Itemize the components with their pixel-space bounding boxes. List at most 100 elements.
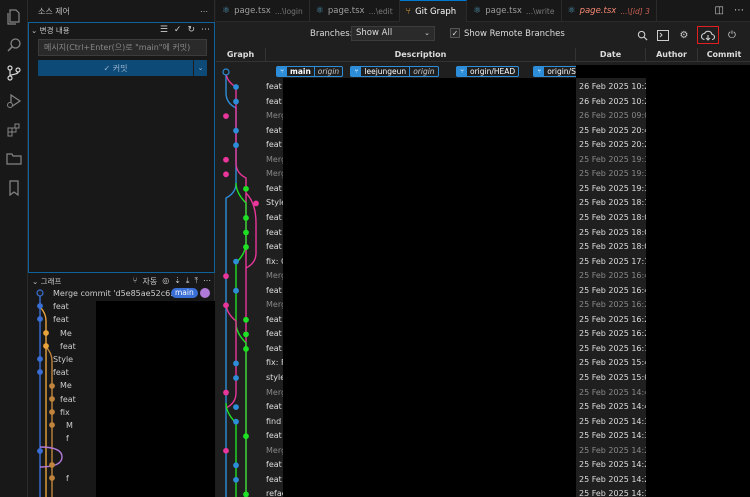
editor-tab[interactable]: ⚛ page.tsx ...\login: [216, 0, 310, 22]
more-icon[interactable]: ⋯: [734, 5, 744, 16]
source-control-icon[interactable]: [4, 63, 24, 83]
commit-dot[interactable]: [243, 331, 249, 338]
side-commit-dot[interactable]: [37, 369, 43, 375]
pull-icon[interactable]: ⤓: [186, 276, 190, 287]
refresh-icon[interactable]: ↻: [187, 25, 195, 35]
commit-dot[interactable]: [243, 244, 249, 250]
branch-ref-label[interactable]: ⑂ origin/HEAD: [456, 66, 520, 77]
column-description[interactable]: Description: [266, 48, 576, 61]
side-commit-dot[interactable]: [37, 316, 43, 322]
commit-dot[interactable]: [233, 360, 239, 367]
view-list-icon[interactable]: ☰: [160, 25, 168, 35]
side-commit-dot[interactable]: [43, 330, 49, 336]
commit-dot[interactable]: [233, 98, 239, 105]
vscode-window: 소스 제어 ⋯ ⌄ 변경 내용 ☰ ✓ ↻ ⋯ 메시지(Ctrl+Enter(으…: [0, 0, 750, 497]
commit-date: 25 Feb 2025 20:46: [579, 125, 655, 135]
commit-dot[interactable]: [233, 84, 239, 90]
commit-dot[interactable]: [233, 418, 239, 425]
commit-dot[interactable]: [243, 185, 249, 192]
commit-dot[interactable]: [233, 142, 239, 149]
branch-ref-label[interactable]: ⑂ main origin: [276, 66, 344, 77]
show-remote-checkbox[interactable]: ✓: [450, 28, 460, 38]
bookmark-icon[interactable]: [4, 178, 24, 198]
side-commit-dot[interactable]: [49, 409, 55, 415]
side-commit-dot[interactable]: [43, 343, 49, 349]
commit-message-input[interactable]: 메시지(Ctrl+Enter(으)로 "main"에 커밋): [38, 39, 207, 56]
commit-dot[interactable]: [223, 273, 229, 280]
commit-date: 25 Feb 2025 15:41: [579, 358, 655, 368]
graph-section-header[interactable]: ⌄ 그래프 ⑂ 자동 ◎ ⇣ ⤓ ⤒ ⋯: [28, 275, 215, 287]
editor-tab[interactable]: ⚛ page.tsx ...\edit: [310, 0, 400, 22]
settings-gear-icon[interactable]: ⚙: [676, 27, 692, 43]
commit-dot[interactable]: [233, 127, 239, 134]
graph-auto-label[interactable]: 자동: [142, 276, 157, 287]
panel-title: 소스 제어: [38, 6, 70, 16]
side-commit-dot-head[interactable]: [36, 289, 44, 297]
editor-tab[interactable]: ⚛ page.tsx ...\[id] 3: [562, 0, 657, 22]
branches-select[interactable]: Show All ⌄: [351, 26, 435, 41]
commit-dot[interactable]: [233, 258, 239, 265]
commit-dot[interactable]: [233, 476, 239, 483]
search-icon[interactable]: [4, 35, 24, 55]
commit-dot[interactable]: [223, 113, 229, 119]
side-commit-dot[interactable]: [49, 462, 55, 468]
explorer-icon[interactable]: [4, 7, 24, 27]
column-date[interactable]: Date: [576, 48, 646, 61]
branch-icon[interactable]: ⑂: [133, 276, 138, 287]
side-commit-dot[interactable]: [49, 396, 55, 402]
find-icon[interactable]: [634, 27, 650, 43]
commit-description: feat: [266, 460, 282, 470]
commit-dot[interactable]: [233, 462, 239, 469]
show-remote-label[interactable]: Show Remote Branches: [464, 29, 565, 39]
commit-dot[interactable]: [233, 287, 239, 294]
push-icon[interactable]: ⤒: [194, 276, 198, 287]
fetch-cloud-icon[interactable]: [697, 26, 719, 44]
commit-dot[interactable]: [223, 447, 229, 454]
split-editor-icon[interactable]: ◫: [715, 5, 724, 16]
side-commit-dot[interactable]: [49, 422, 55, 428]
terminal-icon[interactable]: [655, 27, 671, 43]
column-commit[interactable]: Commit: [698, 48, 750, 61]
commit-dot[interactable]: [223, 389, 229, 396]
commit-dot[interactable]: [223, 171, 229, 178]
commit-dot[interactable]: [243, 215, 249, 221]
commit-dot[interactable]: [233, 375, 239, 381]
commit-dot[interactable]: [243, 433, 249, 440]
refresh-icon[interactable]: ⏻: [724, 27, 740, 43]
editor-tab[interactable]: ⚛ page.tsx ...\write: [467, 0, 562, 22]
fetch-icon[interactable]: ⇣: [174, 276, 181, 287]
commit-dot[interactable]: [253, 200, 259, 207]
commit-dot[interactable]: [243, 346, 249, 352]
commit-dot-head[interactable]: [222, 68, 230, 76]
commit-dot[interactable]: [233, 404, 239, 411]
commit-dot[interactable]: [223, 156, 229, 163]
tab-label: page.tsx: [579, 6, 617, 16]
target-icon[interactable]: ◎: [162, 276, 169, 287]
commit-dot[interactable]: [243, 229, 249, 236]
commit-dot[interactable]: [223, 302, 229, 309]
side-commit-dot[interactable]: [49, 475, 55, 481]
editor-tab[interactable]: ⑂ Git Graph: [399, 0, 468, 22]
more-actions-icon[interactable]: ⋯: [200, 7, 208, 16]
commit-date: 25 Feb 2025 14:16: [579, 489, 655, 497]
column-graph[interactable]: Graph: [216, 48, 266, 61]
remote-explorer-icon[interactable]: [4, 148, 24, 168]
commit-button[interactable]: ✓ 커밋: [38, 60, 193, 76]
branch-icon: ⑂: [277, 67, 287, 76]
branch-ref-label[interactable]: ⑂ leejungeun origin: [350, 66, 439, 77]
extensions-icon[interactable]: [4, 120, 24, 140]
side-commit-dot[interactable]: [49, 383, 55, 389]
commit-check-icon[interactable]: ✓: [174, 25, 182, 35]
commit-dot[interactable]: [243, 491, 249, 497]
side-commit-dot[interactable]: [37, 303, 43, 309]
side-commit-dot[interactable]: [37, 356, 43, 362]
more-icon[interactable]: ⋯: [201, 25, 210, 35]
changes-header[interactable]: ⌄ 변경 내용 ☰ ✓ ↻ ⋯: [29, 23, 214, 37]
more-icon[interactable]: ⋯: [203, 276, 211, 287]
commit-date: 25 Feb 2025 16:25: [579, 300, 655, 310]
commit-dropdown-button[interactable]: ⌄: [193, 60, 207, 76]
run-debug-icon[interactable]: [4, 91, 24, 111]
side-commit-dot[interactable]: [37, 448, 43, 454]
column-author[interactable]: Author: [646, 48, 698, 61]
commit-dot[interactable]: [243, 316, 249, 323]
